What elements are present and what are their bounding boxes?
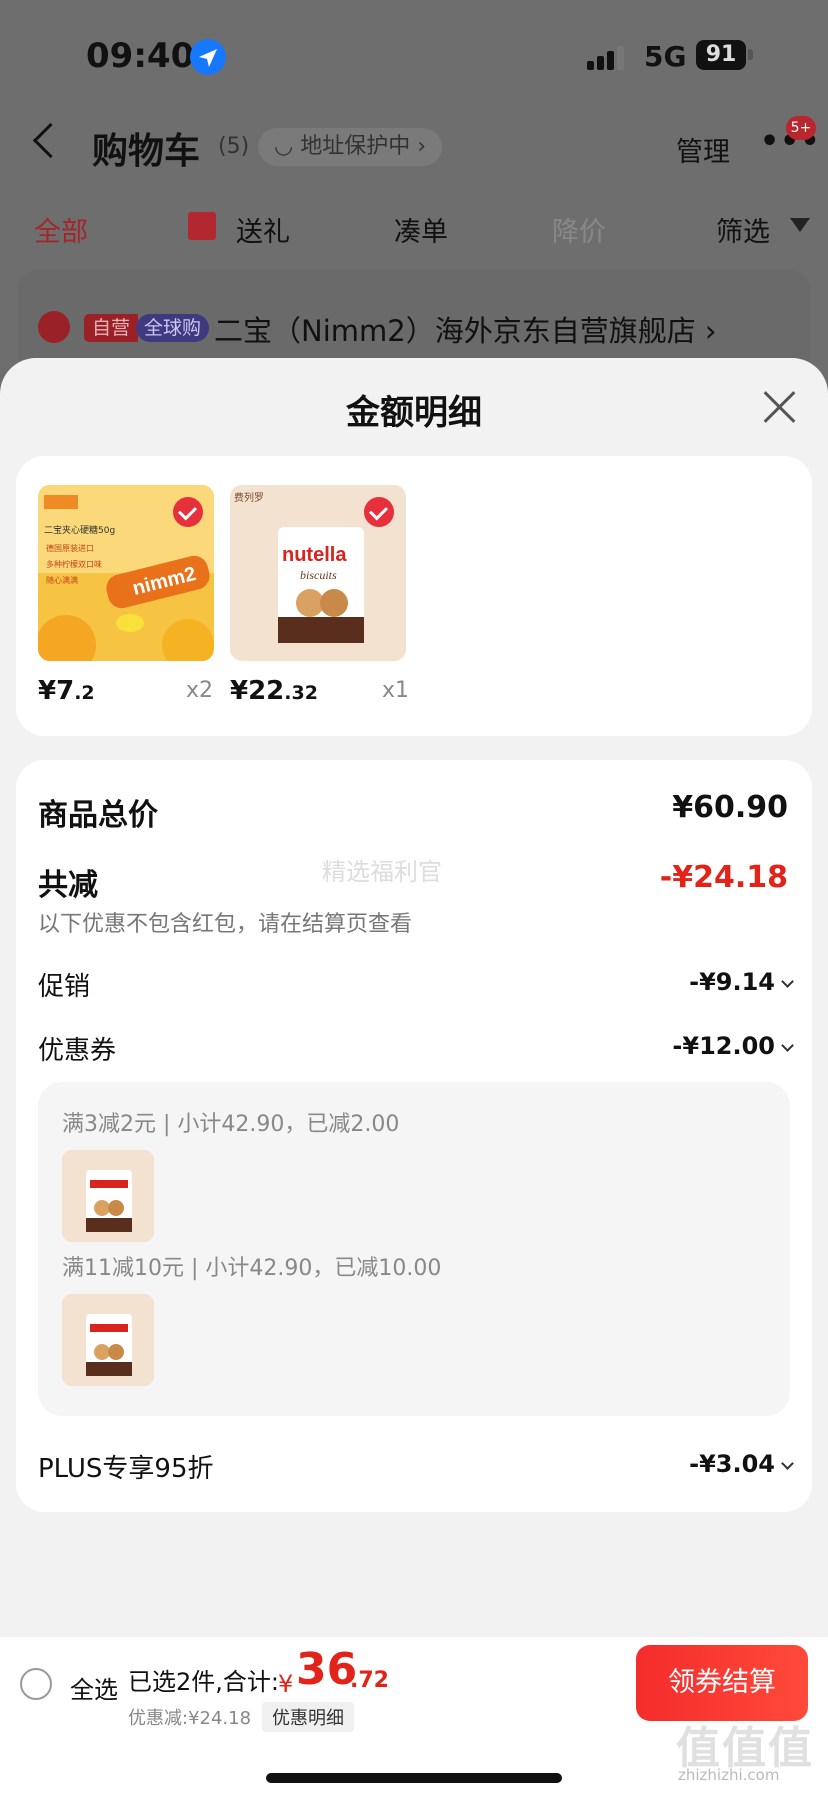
store-check-icon[interactable] (38, 311, 70, 343)
cart-count: (5) (218, 134, 250, 159)
total-amount-decimal: .72 (350, 1668, 389, 1693)
address-label: 地址保护中 (300, 134, 411, 159)
watermark-site: zhizhizhi.com (678, 1766, 780, 1784)
plus-discount-label: PLUS专享95折 (38, 1454, 214, 1484)
coupon-rule: 满3减2元 | 小计42.90，已减2.00 (62, 1112, 400, 1137)
product-image-nimm-line2: 德国原装进口 (46, 543, 94, 553)
store-name[interactable]: 二宝（Nimm2）海外京东自营旗舰店 › (214, 308, 717, 350)
watermark-text: 精选福利官 (322, 858, 442, 886)
reduce-label: 共减 (38, 868, 98, 903)
selected-summary: 已选2件,合计: (128, 1668, 279, 1696)
battery-icon: 91 (696, 40, 746, 70)
chevron-right-icon: › (695, 314, 717, 348)
battery-tip (748, 49, 753, 60)
coupon-label: 优惠券 (38, 1036, 117, 1066)
total-price-label: 商品总价 (38, 798, 158, 833)
global-tag: 全球购 (136, 314, 210, 342)
coupon-product-thumbnail (62, 1294, 154, 1386)
gift-icon (188, 212, 216, 240)
discount-summary: 优惠减:¥24.18 (128, 1708, 252, 1729)
nutella-biscuits-text: biscuits (300, 568, 337, 582)
product-qty: x1 (382, 678, 410, 703)
network-type: 5G (644, 40, 687, 73)
coupon-value: -¥12.00 (672, 1032, 775, 1060)
select-all-radio[interactable] (20, 1668, 52, 1700)
discount-detail-button[interactable]: 优惠明细 (262, 1702, 354, 1732)
coupon-row-toggle[interactable]: -¥12.00 (672, 1032, 794, 1060)
status-time: 09:40 (86, 36, 195, 76)
chevron-down-icon (781, 975, 794, 988)
filter-icon[interactable] (790, 218, 810, 232)
location-arrow-icon (190, 39, 226, 75)
product-image-nimm-line4: 随心满满 (46, 575, 78, 585)
tab-filter[interactable]: 筛选 (716, 210, 770, 249)
reduce-value: -¥24.18 (659, 860, 788, 895)
tab-gift[interactable]: 送礼 (236, 210, 290, 249)
manage-button[interactable]: 管理 (676, 130, 730, 169)
back-icon[interactable] (32, 122, 69, 159)
tab-all[interactable]: 全部 (34, 210, 88, 249)
plus-row-toggle[interactable]: -¥3.04 (689, 1450, 794, 1478)
message-badge: 5+ (786, 116, 816, 140)
total-currency: ¥ (278, 1670, 294, 1698)
chevron-right-icon: › (410, 134, 427, 159)
product-image-nimm-line3: 多种柠檬双口味 (46, 559, 102, 569)
select-all-label[interactable]: 全选 (70, 1670, 118, 1705)
coupon-rule: 满11减10元 | 小计42.90，已减10.00 (62, 1256, 442, 1281)
total-amount-main: 36 (296, 1644, 358, 1695)
plus-discount-value: -¥3.04 (689, 1450, 775, 1478)
nutella-logo-text: nutella (282, 544, 347, 566)
ferrero-brand-text: 费列罗 (234, 491, 264, 504)
product-selected-check-icon[interactable] (364, 497, 394, 527)
product-price: ¥22.32 (230, 676, 318, 706)
promo-label: 促销 (38, 972, 91, 1002)
close-icon[interactable] (762, 390, 796, 424)
promo-row-toggle[interactable]: -¥9.14 (689, 968, 794, 996)
self-operated-tag: 自营 (84, 314, 139, 342)
home-indicator[interactable] (266, 1773, 562, 1783)
tab-bundle[interactable]: 凑单 (394, 210, 448, 249)
promo-value: -¥9.14 (689, 968, 775, 996)
product-selected-check-icon[interactable] (173, 497, 203, 527)
reduce-note: 以下优惠不包含红包，请在结算页查看 (38, 912, 413, 937)
product-image-nimm-title: 二宝夹心硬糖50g (44, 524, 115, 536)
sheet-title: 金额明细 (346, 393, 482, 433)
total-price-value: ¥60.90 (672, 790, 788, 825)
tab-price-drop[interactable]: 降价 (552, 210, 606, 249)
shield-icon: ◡ (274, 134, 301, 159)
chevron-down-icon (781, 1039, 794, 1052)
product-price: ¥7.2 (38, 676, 95, 706)
address-protect-button[interactable]: ◡ 地址保护中 › (258, 128, 443, 166)
chevron-down-icon (781, 1457, 794, 1470)
signal-icon (587, 44, 627, 70)
checkout-button[interactable]: 领券结算 (636, 1645, 808, 1721)
store-name-text: 二宝（Nimm2）海外京东自营旗舰店 (214, 314, 696, 348)
coupon-product-thumbnail (62, 1150, 154, 1242)
product-qty: x2 (186, 678, 214, 703)
page-title: 购物车 (92, 131, 201, 172)
